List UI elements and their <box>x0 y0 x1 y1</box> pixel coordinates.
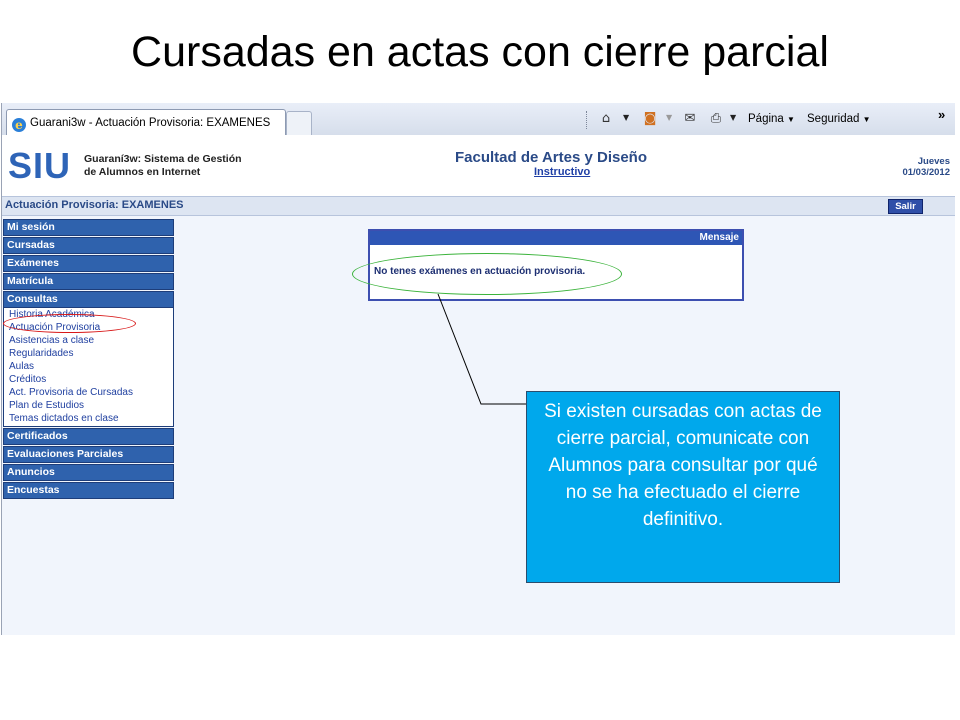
print-icon[interactable]: ⎙ <box>708 111 724 127</box>
page-menu[interactable]: Página ▼ <box>748 113 795 125</box>
security-menu[interactable]: Seguridad ▼ <box>807 113 871 125</box>
feeds-dropdown-icon[interactable]: ▼ <box>666 113 672 122</box>
submenu-item-aulas[interactable]: Aulas <box>4 360 173 373</box>
faculty-name: Facultad de Artes y Diseño <box>455 149 647 166</box>
logout-button[interactable]: Salir <box>888 199 923 214</box>
sidebar-item-examenes[interactable]: Exámenes <box>3 255 174 272</box>
submenu-item-asistencias[interactable]: Asistencias a clase <box>4 334 173 347</box>
home-icon[interactable]: ⌂ <box>598 111 614 127</box>
submenu-item-act-provisoria-cursadas[interactable]: Act. Provisoria de Cursadas <box>4 386 173 399</box>
message-header: Mensaje <box>370 231 742 245</box>
slide-title: Cursadas en actas con cierre parcial <box>131 28 829 76</box>
print-dropdown-icon[interactable]: ▼ <box>730 113 736 122</box>
sidebar-item-certificados[interactable]: Certificados <box>3 428 174 445</box>
page-title: Actuación Provisoria: EXAMENES <box>5 199 184 211</box>
submenu-item-regularidades[interactable]: Regularidades <box>4 347 173 360</box>
toolbar-divider <box>586 111 588 129</box>
green-highlight-ellipse <box>352 253 622 295</box>
submenu-item-creditos[interactable]: Créditos <box>4 373 173 386</box>
sidebar-item-cursadas[interactable]: Cursadas <box>3 237 174 254</box>
toolbar-overflow-button[interactable]: » <box>938 107 945 122</box>
browser-toolbar: e Guarani3w - Actuación Provisoria: EXAME… <box>2 103 955 136</box>
submenu-item-plan-estudios[interactable]: Plan de Estudios <box>4 399 173 412</box>
sidebar-item-mi-sesion[interactable]: Mi sesión <box>3 219 174 236</box>
current-date: Jueves 01/03/2012 <box>902 156 950 178</box>
sidebar-item-anuncios[interactable]: Anuncios <box>3 464 174 481</box>
sidebar-item-matricula[interactable]: Matrícula <box>3 273 174 290</box>
mail-icon[interactable]: ✉ <box>682 111 698 127</box>
chevron-down-icon: ▼ <box>862 115 871 124</box>
home-dropdown-icon[interactable]: ▼ <box>623 113 629 122</box>
section-bar: Actuación Provisoria: EXAMENES Salir <box>2 196 955 216</box>
chevron-down-icon: ▼ <box>787 115 795 124</box>
feeds-icon[interactable]: ◙ <box>642 111 658 127</box>
callout-note: Si existen cursadas con actas de cierre … <box>526 391 840 583</box>
sidebar-menu: Mi sesión Cursadas Exámenes Matrícula Co… <box>3 219 174 500</box>
system-name: Guaraní3w: Sistema de Gestión de Alumnos… <box>84 153 242 178</box>
sidebar-item-encuestas[interactable]: Encuestas <box>3 482 174 499</box>
sidebar-item-evaluaciones-parciales[interactable]: Evaluaciones Parciales <box>3 446 174 463</box>
tab-title: Guarani3w - Actuación Provisoria: EXAMEN… <box>30 117 271 129</box>
app-header: SIU Guaraní3w: Sistema de Gestión de Alu… <box>2 135 955 192</box>
instructivo-link[interactable]: Instructivo <box>534 166 590 178</box>
submenu-item-temas-dictados[interactable]: Temas dictados en clase <box>4 412 173 425</box>
browser-tab[interactable]: e Guarani3w - Actuación Provisoria: EXAME… <box>6 109 286 136</box>
red-highlight-ellipse <box>3 314 136 333</box>
new-tab-button[interactable] <box>286 111 312 136</box>
sidebar-item-consultas[interactable]: Consultas <box>3 291 174 308</box>
ie-icon: e <box>12 118 26 132</box>
siu-logo: SIU <box>8 145 72 186</box>
